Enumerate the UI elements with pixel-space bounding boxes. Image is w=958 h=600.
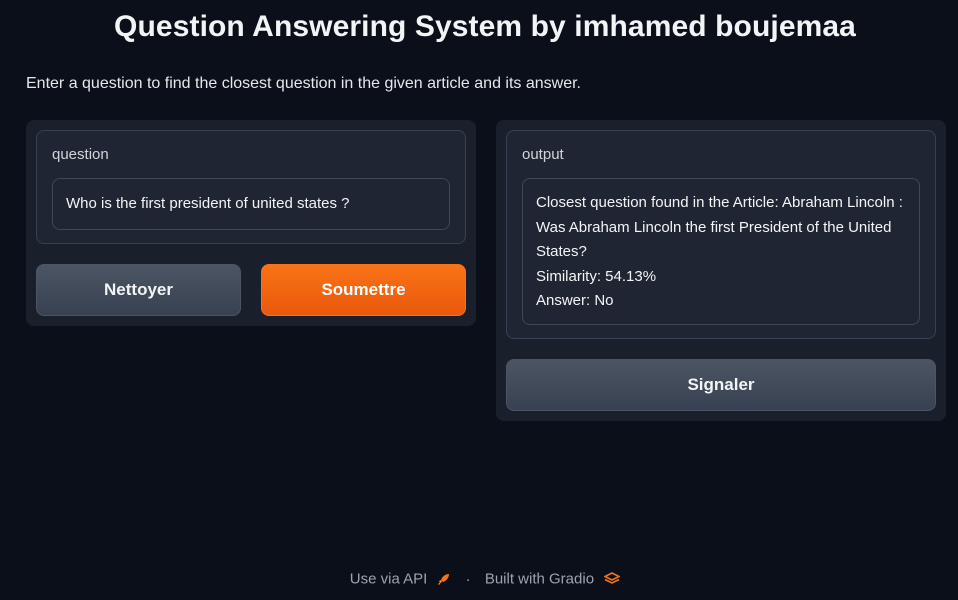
rocket-icon <box>438 574 450 586</box>
built-with-gradio-link[interactable]: Built with Gradio <box>484 570 621 588</box>
use-via-api-link[interactable]: Use via API <box>349 570 456 588</box>
footer: Use via API · Built with Gradio <box>0 570 958 588</box>
use-via-api-label: Use via API <box>349 570 428 588</box>
page-description: Enter a question to find the closest que… <box>26 75 581 92</box>
output-closest-question: Closest question found in the Article: A… <box>536 194 903 260</box>
footer-separator: · <box>465 570 471 588</box>
flag-button[interactable]: Signaler <box>506 359 936 411</box>
question-input[interactable]: Who is the first president of united sta… <box>52 178 450 230</box>
input-panel: question Who is the first president of u… <box>26 120 476 326</box>
gradio-logo-icon <box>604 572 621 585</box>
output-textbox[interactable]: Closest question found in the Article: A… <box>522 178 920 325</box>
output-similarity: Similarity: 54.13% <box>536 267 657 285</box>
clear-button[interactable]: Nettoyer <box>36 264 241 316</box>
output-block: output Closest question found in the Art… <box>506 130 936 339</box>
page-title: Question Answering System by imhamed bou… <box>114 10 856 43</box>
built-with-gradio-label: Built with Gradio <box>484 570 595 588</box>
output-panel: output Closest question found in the Art… <box>496 120 946 421</box>
output-answer: Answer: No <box>536 292 614 309</box>
question-block: question Who is the first president of u… <box>36 130 466 244</box>
submit-button[interactable]: Soumettre <box>261 264 466 316</box>
app-page: Question Answering System by imhamed bou… <box>0 0 958 600</box>
output-label: output <box>522 146 564 163</box>
question-label: question <box>52 146 109 163</box>
